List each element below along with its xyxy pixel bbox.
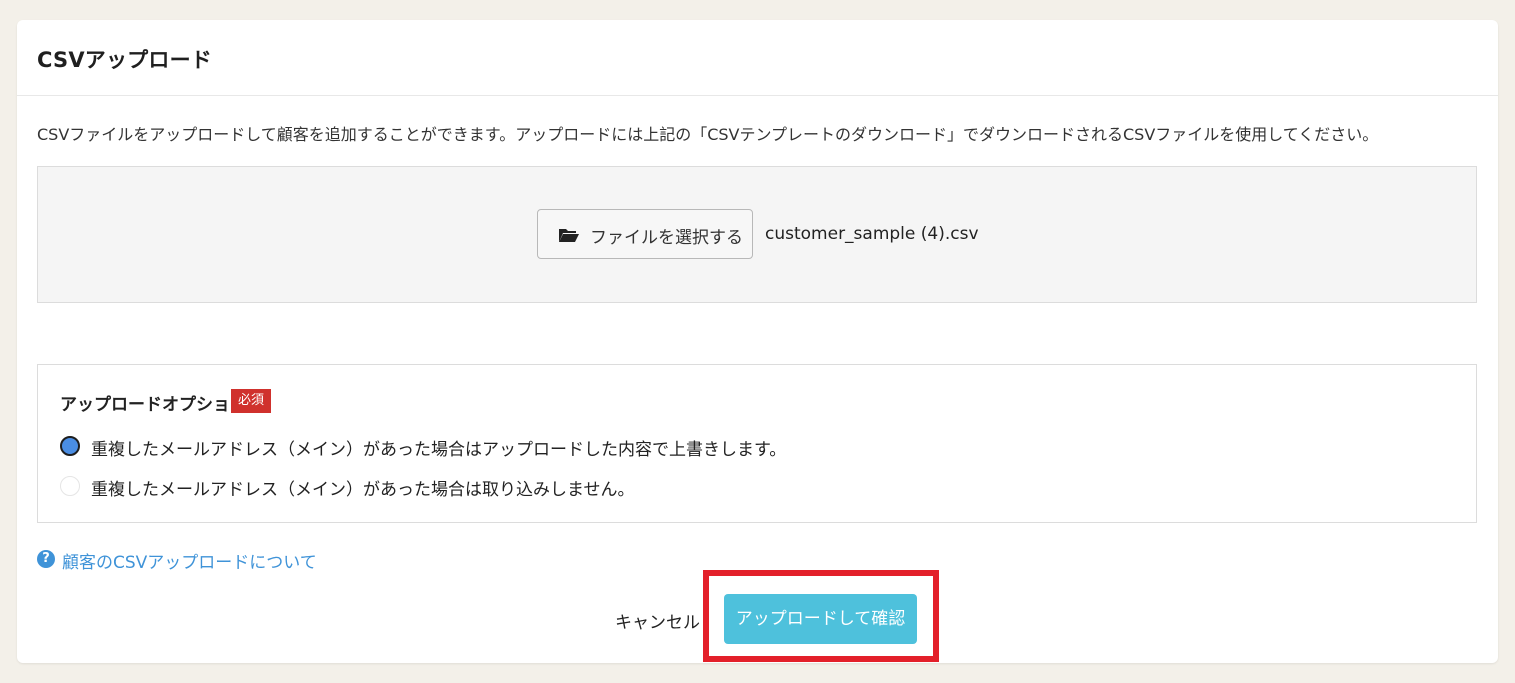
skip-radio-label[interactable]: 重複したメールアドレス（メイン）があった場合は取り込みしません。 (91, 475, 635, 500)
file-upload-area: ファイルを選択する customer_sample (4).csv (37, 166, 1477, 303)
csv-upload-card: CSVアップロード CSVファイルをアップロードして顧客を追加することができます… (17, 20, 1498, 663)
upload-options-box: アップロードオプション 必須 重複したメールアドレス（メイン）があった場合はアッ… (37, 364, 1477, 523)
question-circle-icon: ? (37, 550, 55, 568)
upload-and-confirm-button[interactable]: アップロードして確認 (724, 594, 917, 644)
required-badge: 必須 (231, 389, 271, 413)
selected-file-name: customer_sample (4).csv (765, 224, 979, 244)
cancel-button[interactable]: キャンセル (615, 608, 700, 633)
upload-description: CSVファイルをアップロードして顧客を追加することができます。アップロードには上… (37, 125, 1379, 144)
upload-options-title: アップロードオプション (60, 395, 247, 415)
help-link-text[interactable]: 顧客のCSVアップロードについて (62, 548, 317, 573)
card-header: CSVアップロード (17, 20, 1498, 96)
select-file-button-label: ファイルを選択する (590, 228, 743, 248)
overwrite-radio[interactable] (60, 436, 80, 456)
skip-radio[interactable] (60, 476, 80, 496)
overwrite-radio-label[interactable]: 重複したメールアドレス（メイン）があった場合はアップロードした内容で上書きします… (91, 435, 786, 460)
page-title: CSVアップロード (37, 48, 212, 72)
select-file-button[interactable]: ファイルを選択する (537, 209, 753, 259)
folder-open-icon (559, 229, 579, 242)
